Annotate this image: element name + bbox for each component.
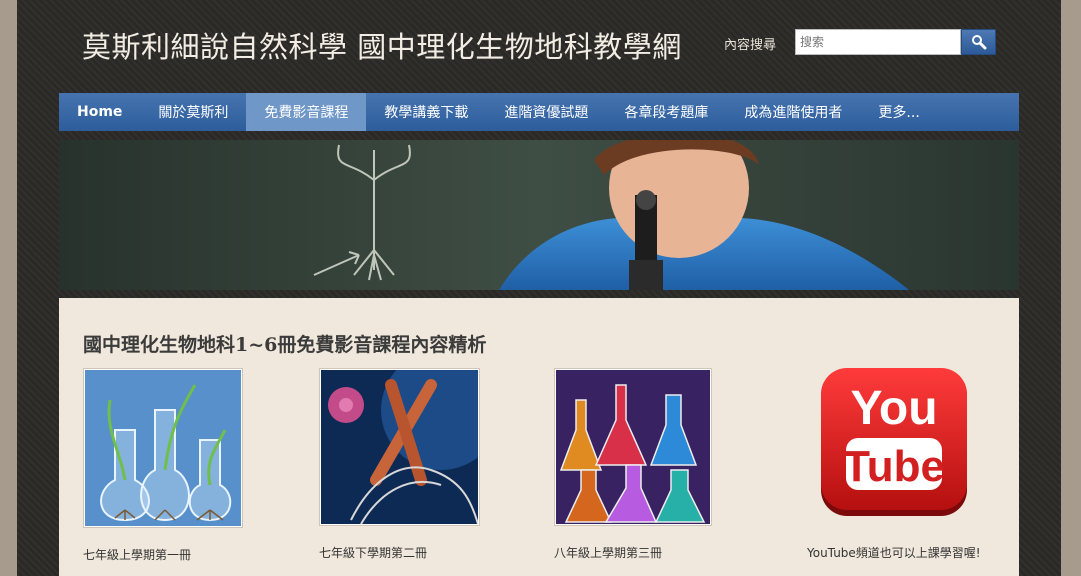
plant-flasks-image[interactable]	[83, 368, 243, 528]
chemistry-flasks-image[interactable]	[554, 368, 712, 526]
content-area: 國中理化生物地科1~6冊免費影音課程內容精析 七年級上學期第一冊 七年級下學期第…	[59, 298, 1019, 576]
search-input[interactable]	[795, 29, 961, 55]
banner-illustration	[59, 140, 1019, 290]
nav-item-home[interactable]: Home	[59, 93, 140, 131]
search-icon	[971, 35, 986, 50]
site-title[interactable]: 莫斯利細說自然科學 國中理化生物地科教學網	[82, 24, 682, 66]
course-card-caption[interactable]: 八年級上學期第三冊	[554, 544, 662, 561]
youtube-channel-card[interactable]: You Tube YouTube頻道也可以上課學習喔!	[807, 368, 981, 560]
nav-item-handouts-download[interactable]: 教學講義下載	[366, 93, 486, 131]
banner-image	[59, 140, 1019, 290]
youtube-logo[interactable]: You Tube	[819, 368, 969, 518]
nav-item-about[interactable]: 關於莫斯利	[140, 93, 246, 131]
nav-item-become-advanced-user[interactable]: 成為進階使用者	[726, 93, 860, 131]
search-label: 內容搜尋	[724, 38, 777, 53]
course-card-book-1[interactable]: 七年級上學期第一冊	[83, 368, 243, 562]
youtube-logo-text-tube: Tube	[843, 442, 945, 491]
course-card-caption[interactable]: 七年級下學期第二冊	[319, 544, 427, 561]
youtube-logo-text-you: You	[850, 382, 937, 435]
main-nav: Home 關於莫斯利 免費影音課程 教學講義下載 進階資優試題 各章段考題庫 成…	[59, 93, 1019, 131]
nav-item-more[interactable]: 更多...	[860, 93, 937, 131]
course-card-book-3[interactable]: 八年級上學期第三冊	[554, 368, 712, 560]
course-card-caption[interactable]: 七年級上學期第一冊	[83, 546, 191, 563]
nav-item-advanced-questions[interactable]: 進階資優試題	[486, 93, 606, 131]
search-button[interactable]	[961, 29, 996, 55]
course-card-caption[interactable]: YouTube頻道也可以上課學習喔!	[807, 544, 981, 561]
chromosome-dna-image[interactable]	[319, 350, 501, 526]
course-card-book-2[interactable]: 七年級下學期第二冊	[319, 350, 501, 560]
page-heading: 國中理化生物地科1~6冊免費影音課程內容精析	[83, 334, 487, 356]
nav-item-exam-bank[interactable]: 各章段考題庫	[606, 93, 726, 131]
nav-item-free-video-courses[interactable]: 免費影音課程	[246, 93, 367, 131]
